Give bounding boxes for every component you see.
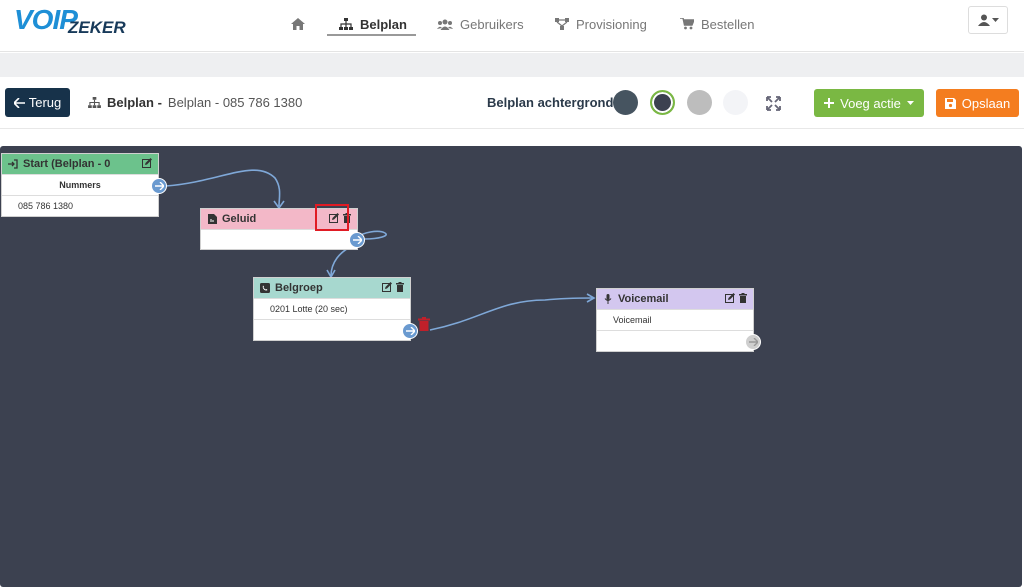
geluid-node-title: Geluid [222, 213, 257, 225]
voicemail-node[interactable]: Voicemail Voicemail [596, 288, 754, 352]
arrow-right-icon [154, 182, 164, 190]
arrow-right-icon [405, 327, 415, 335]
nav-gebruikers[interactable]: Gebruikers [437, 12, 524, 36]
background-swatch-selected[interactable] [650, 90, 675, 115]
nav-belplan-label: Belplan [360, 16, 407, 32]
arrow-right-icon [352, 236, 362, 244]
breadcrumb-section: Belplan - [107, 95, 162, 110]
expand-icon [765, 95, 781, 111]
add-action-label: Voeg actie [840, 95, 901, 111]
fullscreen-button[interactable] [762, 92, 784, 114]
sitemap-icon [339, 18, 353, 30]
save-button[interactable]: Opslaan [936, 89, 1019, 117]
voipzeker-logo[interactable]: VOIP ZEKER [14, 4, 126, 40]
microphone-icon [603, 294, 613, 304]
home-icon [291, 18, 305, 30]
plus-icon [824, 98, 835, 108]
belgroep-node-member: 0201 Lotte (20 sec) [254, 298, 410, 319]
geluid-output-port[interactable] [349, 232, 365, 248]
arrow-right-icon [748, 338, 758, 346]
voicemail-node-title: Voicemail [618, 293, 669, 305]
nav-gebruikers-label: Gebruikers [460, 16, 524, 32]
edit-icon[interactable] [382, 282, 392, 292]
add-action-button[interactable]: Voeg actie [814, 89, 924, 117]
start-output-port[interactable] [151, 178, 167, 194]
nav-bestellen[interactable]: Bestellen [680, 12, 754, 36]
user-icon [977, 14, 990, 26]
geluid-node-body [201, 229, 357, 250]
back-button-label: Terug [28, 95, 62, 110]
start-node-header[interactable]: Start (Belplan - 0 [2, 154, 158, 174]
trash-icon[interactable] [343, 213, 351, 223]
file-audio-icon [207, 214, 217, 224]
logo-zeker-text: ZEKER [68, 18, 126, 37]
back-button[interactable]: Terug [5, 88, 70, 117]
user-menu-button[interactable] [968, 6, 1008, 34]
belgroep-node-body [254, 319, 410, 340]
background-swatch-gray[interactable] [687, 90, 712, 115]
header-spacer [0, 53, 1024, 77]
start-node[interactable]: Start (Belplan - 0 Nummers 085 786 1380 [1, 153, 159, 217]
voicemail-node-header[interactable]: Voicemail [597, 289, 753, 309]
edit-icon[interactable] [725, 293, 735, 303]
nav-belplan[interactable]: Belplan [339, 12, 407, 36]
arrow-left-icon [13, 97, 25, 108]
background-swatch-light[interactable] [723, 90, 748, 115]
start-node-number: 085 786 1380 [2, 195, 158, 216]
caret-down-icon [906, 100, 914, 105]
belgroep-output-port[interactable] [402, 323, 418, 339]
network-icon [555, 18, 569, 30]
voicemail-output-port[interactable] [745, 334, 761, 350]
geluid-node[interactable]: Geluid [200, 208, 358, 250]
edit-icon[interactable] [329, 213, 339, 223]
edit-icon[interactable] [142, 158, 152, 168]
top-navigation: VOIP ZEKER Belplan Gebruikers Provisioni… [0, 0, 1024, 52]
phone-square-icon [260, 283, 270, 293]
floppy-disk-icon [944, 97, 956, 109]
belgroep-node-title: Belgroep [275, 282, 323, 294]
users-icon [437, 19, 453, 30]
background-swatch-dark-slate[interactable] [613, 90, 638, 115]
nav-provisioning-label: Provisioning [576, 16, 647, 32]
trash-icon[interactable] [396, 282, 404, 292]
belgroep-node[interactable]: Belgroep 0201 Lotte (20 sec) [253, 277, 411, 341]
voicemail-node-body [597, 330, 753, 351]
background-label: Belplan achtergrond [487, 95, 614, 110]
nav-home[interactable] [291, 12, 305, 36]
cart-icon [680, 18, 694, 30]
caret-down-icon [991, 17, 999, 22]
start-node-subheader: Nummers [2, 174, 158, 195]
voicemail-node-item: Voicemail [597, 309, 753, 330]
nav-active-underline [327, 34, 416, 36]
geluid-node-header[interactable]: Geluid [201, 209, 357, 229]
sitemap-icon [88, 97, 101, 108]
delete-connection-icon[interactable] [418, 317, 430, 331]
breadcrumb-title: Belplan - 085 786 1380 [167, 95, 303, 110]
belgroep-node-header[interactable]: Belgroep [254, 278, 410, 298]
trash-icon[interactable] [739, 293, 747, 303]
breadcrumb: Belplan - Belplan - 085 786 1380 [88, 95, 302, 110]
nav-provisioning[interactable]: Provisioning [555, 12, 647, 36]
nav-bestellen-label: Bestellen [701, 16, 755, 32]
sign-in-icon [8, 159, 18, 169]
save-button-label: Opslaan [961, 95, 1011, 111]
start-node-title: Start (Belplan - 0 [23, 158, 111, 170]
